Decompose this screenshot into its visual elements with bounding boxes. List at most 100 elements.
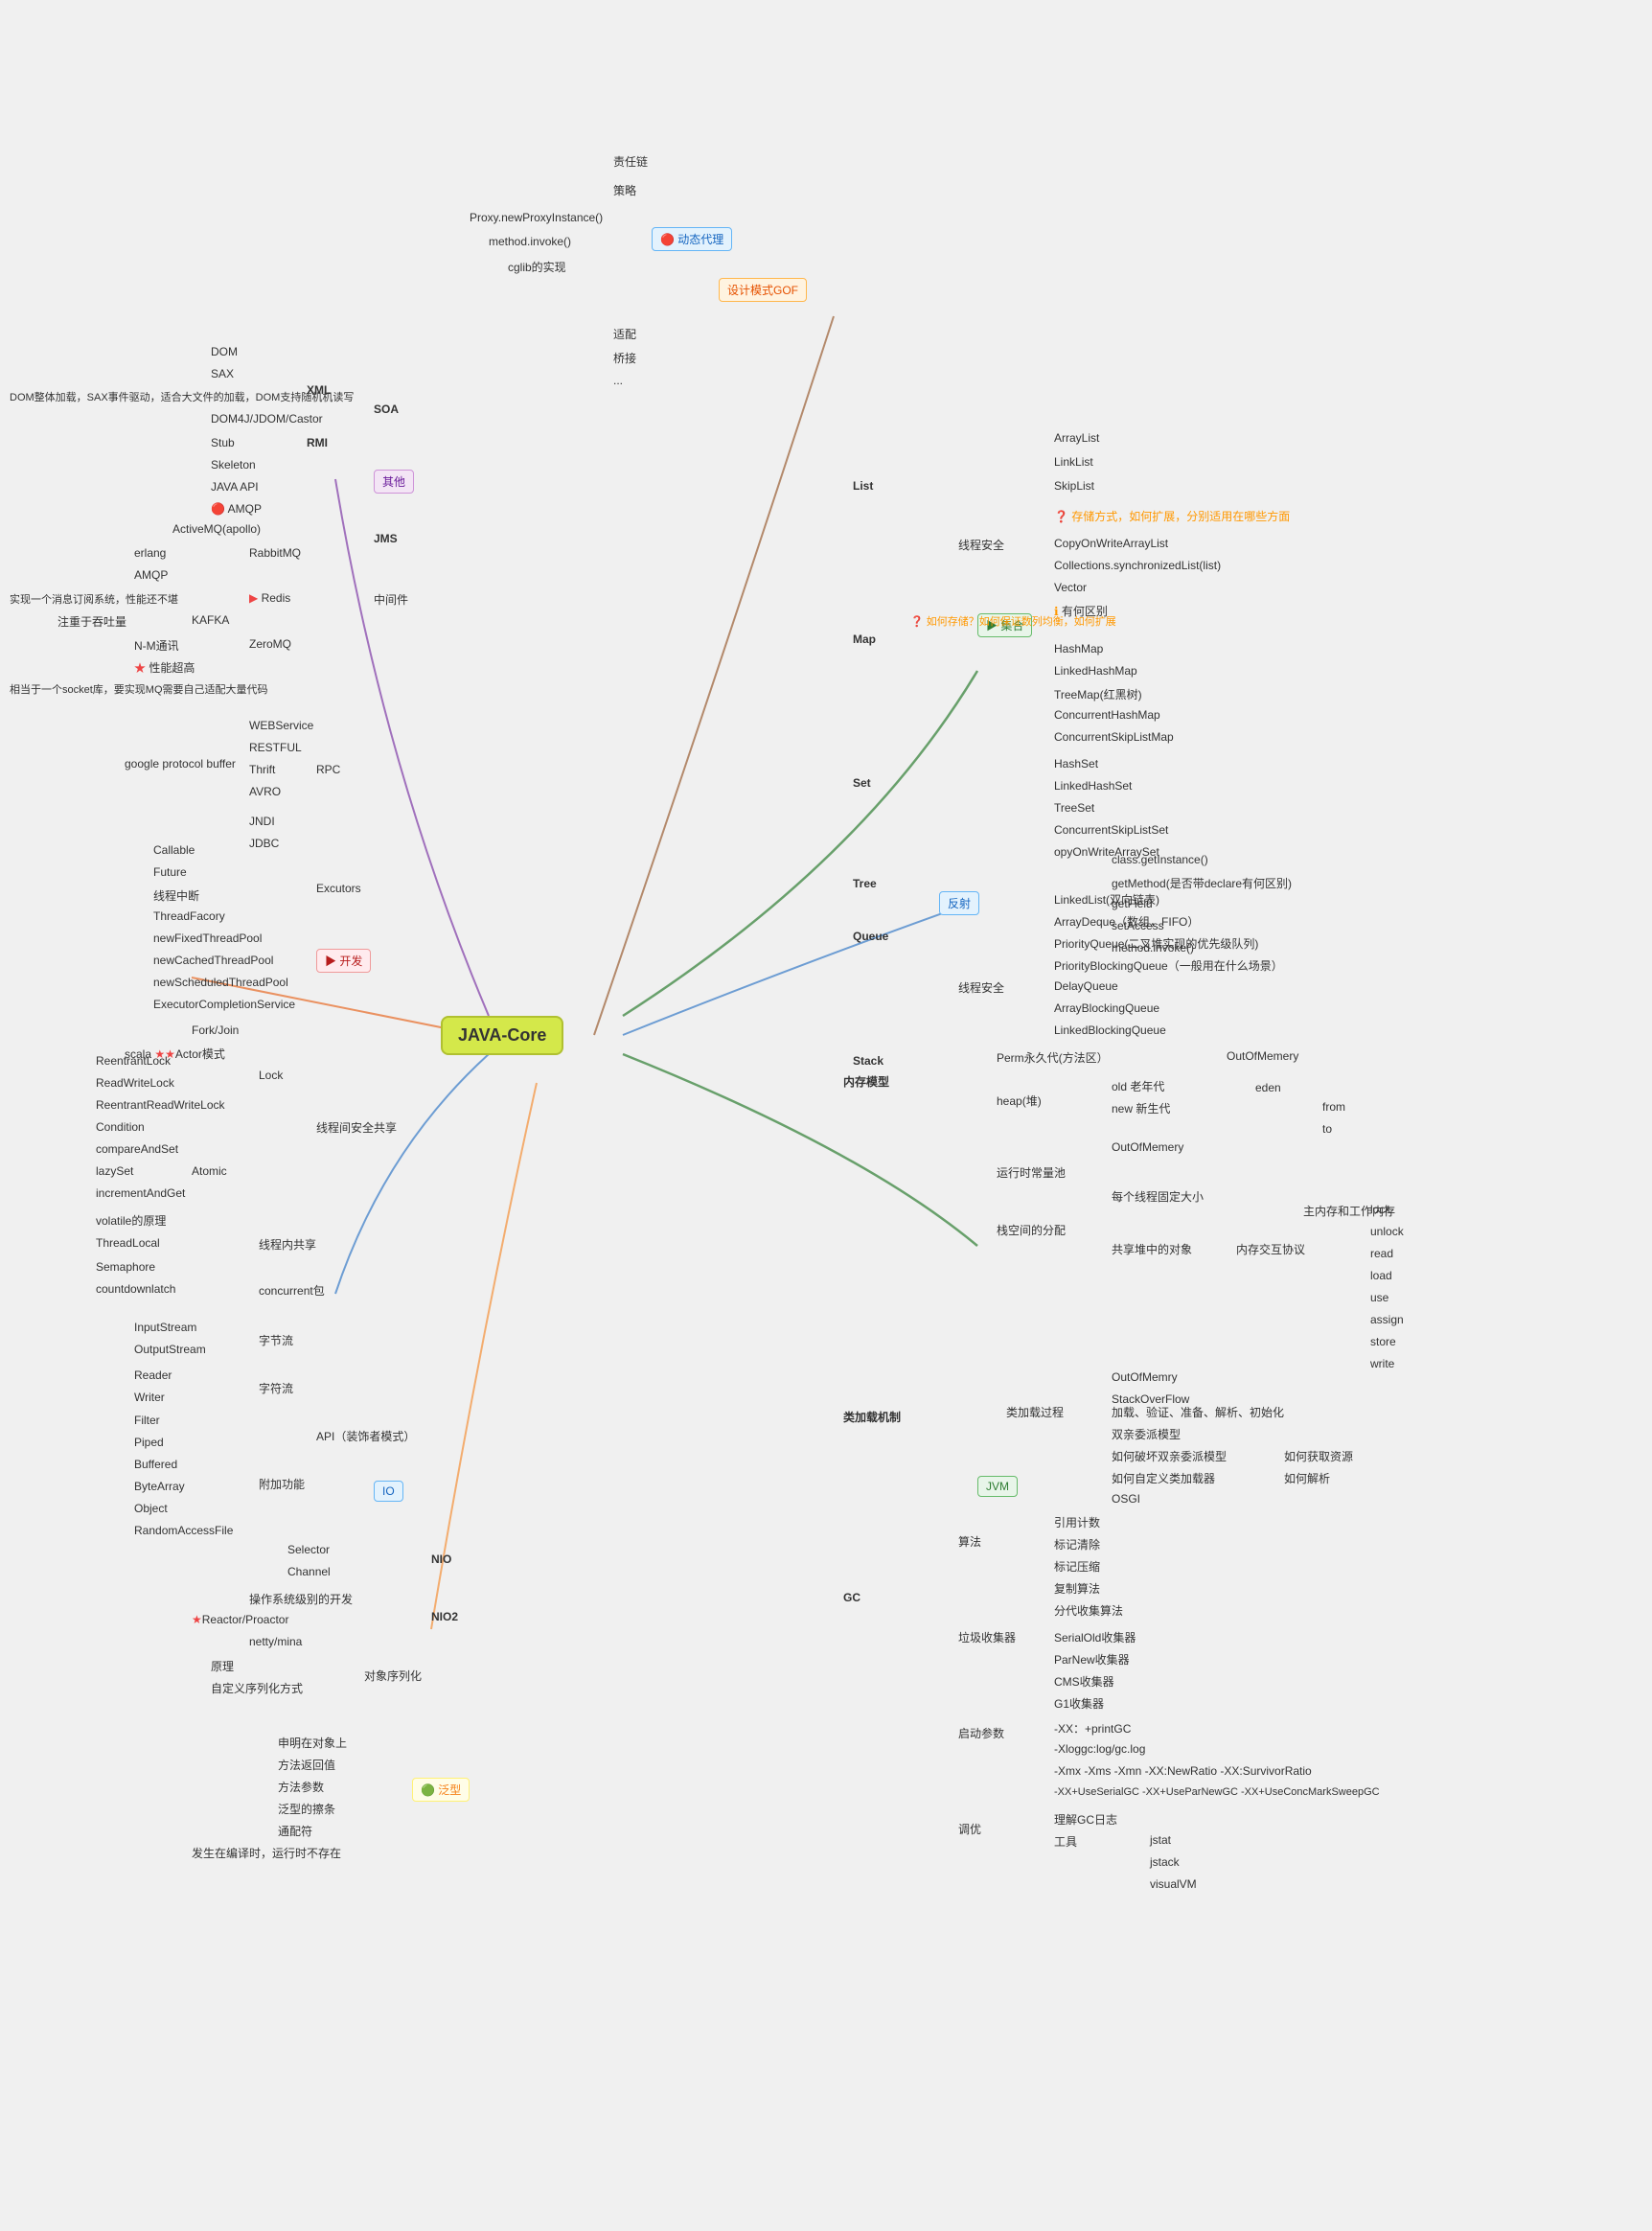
semaphore-label: Semaphore bbox=[96, 1260, 155, 1274]
lock-rrwl: ReentrantReadWriteLock bbox=[96, 1098, 225, 1112]
jms-kafka-desc: 实现一个消息订阅系统，性能还不堪 bbox=[10, 591, 178, 607]
lock-incrementget: incrementAndGet bbox=[96, 1186, 185, 1200]
map-linkedhashmap: LinkedHashMap bbox=[1054, 664, 1137, 678]
io-object: Object bbox=[134, 1502, 168, 1515]
branch-io: IO bbox=[374, 1481, 403, 1502]
xml-desc: DOM整体加载，SAX事件驱动，适合大文件的加载，DOM支持随机机读写 bbox=[10, 389, 354, 404]
soa-thrift: Thrift bbox=[249, 763, 275, 776]
mm-perm: Perm永久代(方法区） bbox=[997, 1049, 1109, 1066]
rmi-javaapi: JAVA API bbox=[211, 480, 259, 494]
cl-parent: 双亲委派模型 bbox=[1112, 1426, 1181, 1442]
exec-cached: newCachedThreadPool bbox=[153, 954, 273, 967]
list-sync: Collections.synchronizedList(list) bbox=[1054, 559, 1221, 572]
rmi-skeleton: Skeleton bbox=[211, 458, 256, 472]
rmi-amqp: 🔴 AMQP bbox=[211, 502, 262, 516]
stack-label: Stack bbox=[853, 1054, 883, 1068]
gc-param4: -XX+UseSerialGC -XX+UseParNewGC -XX+UseC… bbox=[1054, 1786, 1380, 1798]
gen-wildcard: 通配符 bbox=[278, 1823, 312, 1839]
queue-priority-block: PriorityBlockingQueue（一般用在什么场景） bbox=[1054, 957, 1283, 974]
serial-principle: 原理 bbox=[211, 1658, 234, 1674]
branch-other: 其他 bbox=[374, 470, 414, 494]
gc-visualvm: visualVM bbox=[1150, 1877, 1197, 1891]
gc-parnew: ParNew收集器 bbox=[1054, 1651, 1130, 1668]
list-label: List bbox=[853, 479, 873, 493]
nio2-netty: netty/mina bbox=[249, 1635, 302, 1648]
list-linklist: LinkList bbox=[1054, 455, 1093, 469]
mindmap-container: JAVA-Core 设计模式GOF 责任链 策略 Proxy.newProxyI… bbox=[0, 0, 1652, 2231]
lock-lazyset: lazySet bbox=[96, 1164, 133, 1178]
cl-get-res: 如何获取资源 bbox=[1284, 1448, 1353, 1464]
fork-join: Fork/Join bbox=[192, 1024, 239, 1037]
mm-runtime-pool: 运行时常量池 bbox=[997, 1164, 1066, 1181]
exec-completion: ExecutorCompletionService bbox=[153, 998, 295, 1011]
gc-mark-compress: 标记压缩 bbox=[1054, 1558, 1100, 1575]
gc-param1: -XX：+printGC bbox=[1054, 1720, 1131, 1736]
mm-read: read bbox=[1370, 1247, 1393, 1260]
soa-jndi: JNDI bbox=[249, 815, 275, 828]
gc-startup-label: 启动参数 bbox=[958, 1725, 1004, 1741]
mm-eden: eden bbox=[1255, 1081, 1281, 1094]
mm-to: to bbox=[1322, 1122, 1332, 1136]
gc-tools-label: 工具 bbox=[1054, 1833, 1077, 1850]
jms-rabbitmq: RabbitMQ bbox=[249, 546, 301, 560]
map-hashmap: HashMap bbox=[1054, 642, 1103, 656]
soa-label: SOA bbox=[374, 402, 399, 416]
design-pattern-label: 设计模式GOF bbox=[727, 284, 798, 297]
exec-scheduled: newScheduledThreadPool bbox=[153, 976, 288, 989]
map-concurrenthashmap: ConcurrentHashMap bbox=[1054, 708, 1160, 722]
gc-jstack: jstack bbox=[1150, 1855, 1180, 1869]
gc-generational: 分代收集算法 bbox=[1054, 1602, 1123, 1619]
mm-thread-size: 每个线程固定大小 bbox=[1112, 1188, 1204, 1205]
list-storage-q: ❓ 存储方式，如何扩展，分别适用在哪些方面 bbox=[1054, 508, 1290, 524]
jms-zeromq: ZeroMQ bbox=[249, 637, 291, 651]
mm-store: store bbox=[1370, 1335, 1396, 1348]
cl-steps: 加载、验证、准备、解析、初始化 bbox=[1112, 1404, 1284, 1420]
mm-write: write bbox=[1370, 1357, 1394, 1370]
map-label: Map bbox=[853, 632, 876, 646]
nio-selector: Selector bbox=[287, 1543, 330, 1556]
byte-stream-label: 字节流 bbox=[259, 1332, 293, 1348]
cl-custom: 如何自定义类加载器 bbox=[1112, 1470, 1215, 1486]
jms-activemq: ActiveMQ(apollo) bbox=[172, 522, 261, 536]
cl-break: 如何破坏双亲委派模型 bbox=[1112, 1448, 1227, 1464]
exec-interrupt: 线程中断 bbox=[153, 887, 199, 904]
set-treeset: TreeSet bbox=[1054, 801, 1094, 815]
list-thread-safe: 线程安全 bbox=[958, 537, 1004, 553]
volatile-label: volatile的原理 bbox=[96, 1212, 166, 1229]
dp-dynamic-proxy: 🔴 动态代理 bbox=[652, 227, 732, 251]
io-inputstream: InputStream bbox=[134, 1321, 196, 1334]
mm-from: from bbox=[1322, 1100, 1345, 1114]
gc-copy: 复制算法 bbox=[1054, 1580, 1100, 1597]
exec-future: Future bbox=[153, 865, 187, 879]
serial-label: 对象序列化 bbox=[364, 1668, 422, 1684]
mm-lock: lock bbox=[1370, 1203, 1390, 1216]
dp-adapt: 适配 bbox=[613, 326, 636, 342]
queue-label: Queue bbox=[853, 930, 888, 943]
rmi-label: RMI bbox=[307, 436, 328, 449]
mm-shared-obj: 共享堆中的对象 bbox=[1112, 1241, 1192, 1257]
nio2-os: 操作系统级别的开发 bbox=[249, 1591, 353, 1607]
branch-generics: 🟢 泛型 bbox=[412, 1778, 470, 1802]
mm-new: new 新生代 bbox=[1112, 1100, 1170, 1116]
io-writer: Writer bbox=[134, 1391, 165, 1404]
gen-return: 方法返回值 bbox=[278, 1757, 335, 1773]
map-treemap: TreeMap(红黑树) bbox=[1054, 686, 1142, 702]
xml-dom: DOM bbox=[211, 345, 238, 358]
serial-custom: 自定义序列化方式 bbox=[211, 1680, 303, 1696]
branch-dev: ▶ 开发 bbox=[316, 949, 371, 973]
memory-model-label: 内存模型 bbox=[843, 1073, 889, 1090]
countdown-label: countdownlatch bbox=[96, 1282, 175, 1296]
mm-oom1: OutOfMemery bbox=[1227, 1049, 1298, 1063]
cl-label: 类加载机制 bbox=[843, 1409, 901, 1425]
center-label: JAVA-Core bbox=[458, 1025, 546, 1045]
mm-oom2: OutOfMemery bbox=[1112, 1140, 1183, 1154]
dp-zeren: 责任链 bbox=[613, 153, 648, 170]
gc-label: GC bbox=[843, 1591, 860, 1604]
concurrent-label: concurrent包 bbox=[259, 1282, 325, 1299]
list-arraylist: ArrayList bbox=[1054, 431, 1099, 445]
gc-tuning-label: 调优 bbox=[958, 1821, 981, 1837]
lock-reentrant: ReentrantLock bbox=[96, 1054, 171, 1068]
io-piped: Piped bbox=[134, 1436, 164, 1449]
lock-cas: compareAndSet bbox=[96, 1142, 178, 1156]
gc-ref-count: 引用计数 bbox=[1054, 1514, 1100, 1530]
